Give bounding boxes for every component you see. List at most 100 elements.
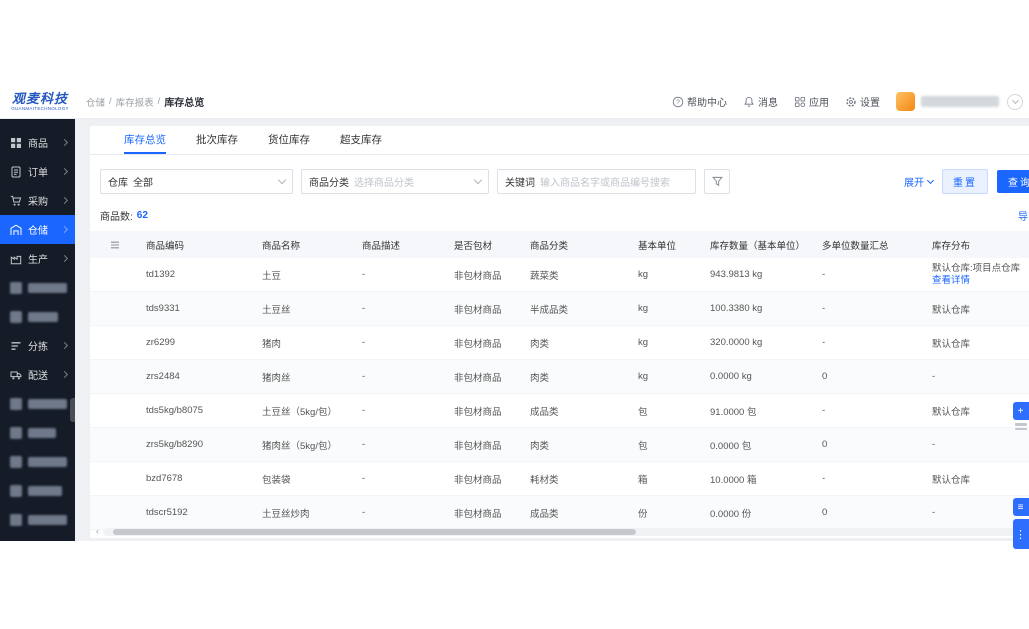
cell-category: 肉类 xyxy=(522,370,630,384)
cell-stock: 0.0000 份 xyxy=(702,506,814,520)
sidebar-item-goods[interactable]: 商品 xyxy=(0,128,75,157)
header-action-help[interactable]: ?帮助中心 xyxy=(672,94,727,109)
sidebar-item-delivery[interactable]: 配送 xyxy=(0,360,75,389)
table-row[interactable]: zr6299猪肉-非包材商品肉类kg320.0000 kg-默认仓库2227.2… xyxy=(90,326,1029,360)
product-count-label: 商品数: xyxy=(100,208,133,223)
cell-name[interactable]: 包装袋 xyxy=(254,472,354,486)
table-row[interactable]: tdscr5192土豆丝炒肉-非包材商品成品类份0.0000 份0-0.00元6 xyxy=(90,496,1029,530)
column-settings-icon[interactable] xyxy=(90,239,138,251)
sidebar-item-label: 仓储 xyxy=(28,222,56,237)
reset-button[interactable]: 重置 xyxy=(942,169,988,194)
cell-name[interactable]: 猪肉 xyxy=(254,336,354,350)
table-row[interactable]: bzd7678包装袋-非包材商品耗材类箱10.0000 箱-默认仓库0.59元0 xyxy=(90,462,1029,496)
cell-name[interactable]: 土豆 xyxy=(254,268,354,282)
category-select[interactable]: 商品分类 选择商品分类 xyxy=(301,169,489,194)
product-count: 62 xyxy=(137,210,148,221)
floating-widget-caption-redacted xyxy=(1015,423,1027,430)
table-body: td1392土豆-非包材商品蔬菜类kg943.9813 kg-默认仓库:项目点仓… xyxy=(90,258,1029,538)
view-details-link[interactable]: 查看详情 xyxy=(932,275,1026,287)
category-label: 商品分类 xyxy=(309,174,349,189)
cell-unit: kg xyxy=(630,371,702,382)
sidebar-item-purchase[interactable]: 采购 xyxy=(0,186,75,215)
table-row[interactable]: tds5kg/b8075土豆丝（5kg/包）-非包材商品成品类包91.0000 … xyxy=(90,394,1029,428)
scroll-left-arrow[interactable]: ‹ xyxy=(94,527,101,536)
table-row[interactable]: zrs2484猪肉丝-非包材商品肉类kg0.0000 kg0-0.00元0 xyxy=(90,360,1029,394)
floating-service-tab[interactable]: ⋮ xyxy=(1013,519,1029,549)
redacted-label xyxy=(28,486,62,496)
sidebar-item-sorting[interactable]: 分拣 xyxy=(0,331,75,360)
tab-1[interactable]: 库存总览 xyxy=(124,126,166,154)
cell-name[interactable]: 猪肉丝 xyxy=(254,370,354,384)
export-link[interactable]: 导出 xyxy=(1018,208,1029,223)
horizontal-scrollbar[interactable]: ‹ › xyxy=(94,527,1029,536)
user-menu[interactable] xyxy=(896,92,999,111)
keyword-placeholder: 输入商品名字或商品编号搜索 xyxy=(540,174,670,189)
cell-name[interactable]: 土豆丝 xyxy=(254,302,354,316)
cell-multi: - xyxy=(814,269,924,280)
cell-desc: - xyxy=(354,303,446,314)
sidebar-item-redacted[interactable] xyxy=(0,273,75,302)
sidebar-item-production[interactable]: 生产 xyxy=(0,244,75,273)
cell-desc: - xyxy=(354,439,446,450)
cell-unit: 包 xyxy=(630,404,702,418)
tab-3[interactable]: 货位库存 xyxy=(268,126,310,154)
cell-unit: kg xyxy=(630,303,702,314)
breadcrumb: 仓储/库存报表/库存总览 xyxy=(86,94,204,109)
brand-logo: 观麦科技 GUANMAITECHNOLOGY xyxy=(0,92,80,112)
cell-name[interactable]: 土豆丝（5kg/包） xyxy=(254,404,354,418)
cell-unit: 份 xyxy=(630,506,702,520)
tab-2[interactable]: 批次库存 xyxy=(196,126,238,154)
sidebar-item-warehouse[interactable]: 仓储 xyxy=(0,215,75,244)
redacted-icon xyxy=(10,282,22,294)
cell-name[interactable]: 猪肉丝（5kg/包） xyxy=(254,438,354,452)
floating-plus-icon[interactable]: + xyxy=(1013,402,1029,420)
chevron-down-icon xyxy=(278,176,286,184)
header-action-label: 帮助中心 xyxy=(687,94,727,109)
sidebar-item-redacted[interactable] xyxy=(0,447,75,476)
cell-stock: 10.0000 箱 xyxy=(702,472,814,486)
scrollbar-thumb[interactable] xyxy=(113,529,636,535)
chevron-right-icon xyxy=(61,342,68,349)
sidebar-item-redacted[interactable] xyxy=(0,505,75,534)
floating-menu-icon[interactable]: ≡ xyxy=(1013,498,1029,516)
query-button[interactable]: 查询 xyxy=(997,170,1029,193)
cell-stock: 91.0000 包 xyxy=(702,404,814,418)
sidebar-item-order[interactable]: 订单 xyxy=(0,157,75,186)
table-row[interactable]: tds9331土豆丝-非包材商品半成品类kg100.3380 kg-默认仓库42… xyxy=(90,292,1029,326)
sidebar-item-redacted[interactable] xyxy=(0,534,75,541)
floating-help-widget[interactable]: + xyxy=(1012,402,1029,430)
floating-service-widget[interactable]: ≡ ⋮ xyxy=(1012,498,1029,549)
cell-name[interactable]: 土豆丝炒肉 xyxy=(254,506,354,520)
header-action-message[interactable]: 消息 xyxy=(743,94,778,109)
tab-4[interactable]: 超支库存 xyxy=(340,126,382,154)
cell-packing: 非包材商品 xyxy=(446,472,522,486)
warehouse-select[interactable]: 仓库 全部 xyxy=(100,169,293,194)
app-body: 商品订单采购仓储生产分拣配送 库存总览 批次库存 货位库存 超支库存 仓库 全部 商品… xyxy=(0,119,1029,541)
scrollbar-track[interactable] xyxy=(103,528,1029,536)
table-row[interactable]: zrs5kg/b8290猪肉丝（5kg/包）-非包材商品肉类包0.0000 包0… xyxy=(90,428,1029,462)
breadcrumb-item[interactable]: 库存报表 xyxy=(116,95,154,109)
cell-distribution: 默认仓库 xyxy=(924,472,1029,486)
content-card: 库存总览 批次库存 货位库存 超支库存 仓库 全部 商品分类 选择商品分类 xyxy=(90,126,1029,538)
sidebar-item-redacted[interactable] xyxy=(0,302,75,331)
cell-packing: 非包材商品 xyxy=(446,370,522,384)
sidebar-item-redacted[interactable] xyxy=(0,476,75,505)
sidebar-item-redacted[interactable] xyxy=(0,389,75,418)
expand-toggle[interactable]: 展开 xyxy=(904,174,933,189)
table-row[interactable]: td1392土豆-非包材商品蔬菜类kg943.9813 kg-默认仓库:项目点仓… xyxy=(90,258,1029,292)
sidebar-item-label: 配送 xyxy=(28,367,56,382)
header-action-settings[interactable]: 设置 xyxy=(845,94,880,109)
user-name-redacted xyxy=(921,96,999,107)
redacted-label xyxy=(28,515,67,525)
brand-name: 观麦科技 xyxy=(12,92,68,105)
breadcrumb-item[interactable]: 仓储 xyxy=(86,95,105,109)
user-dropdown-button[interactable] xyxy=(1007,94,1023,110)
breadcrumb-separator: / xyxy=(158,96,161,107)
sidebar-item-redacted[interactable] xyxy=(0,418,75,447)
keyword-input[interactable]: 关键词 输入商品名字或商品编号搜索 xyxy=(497,169,696,194)
redacted-label xyxy=(28,428,56,438)
advanced-filter-button[interactable] xyxy=(704,169,730,194)
tabs: 库存总览 批次库存 货位库存 超支库存 xyxy=(90,126,1029,155)
header-action-apps[interactable]: 应用 xyxy=(794,94,829,109)
avatar xyxy=(896,92,915,111)
